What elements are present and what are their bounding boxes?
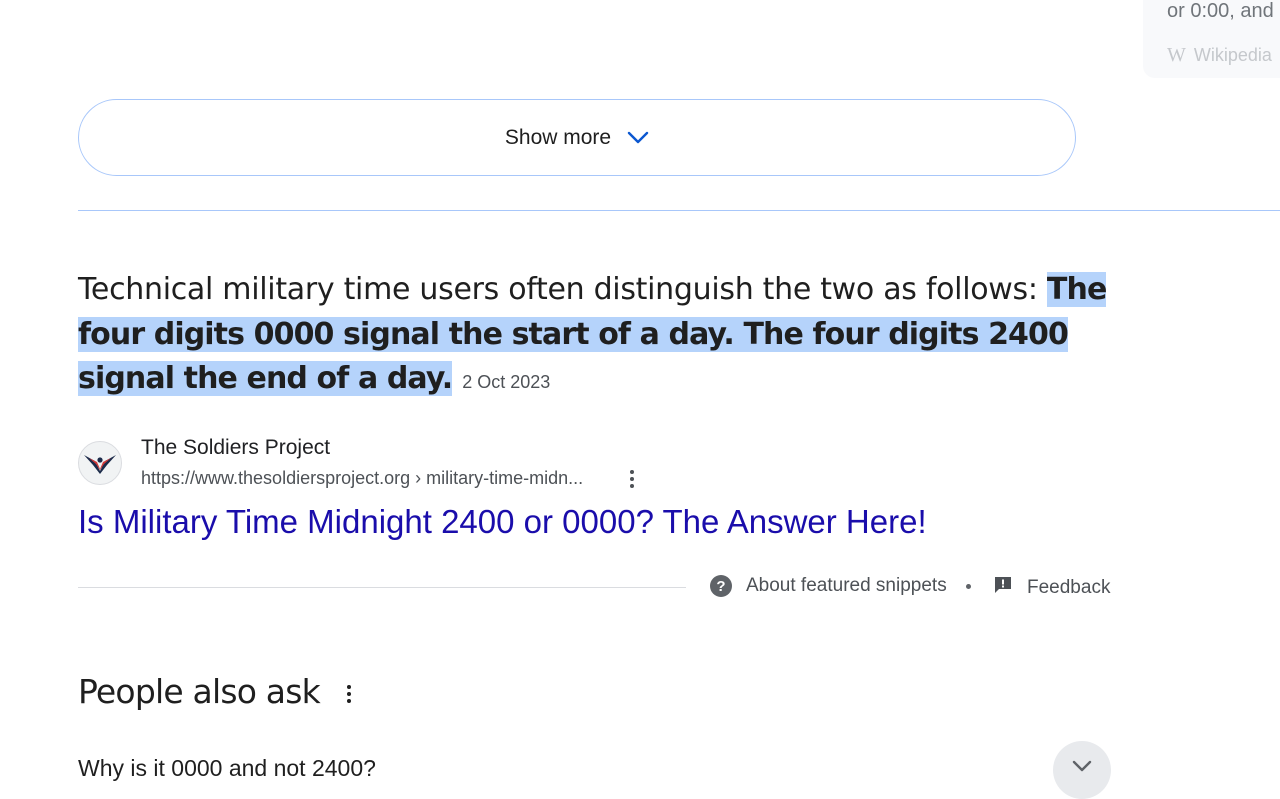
result-title-link[interactable]: Is Military Time Midnight 2400 or 0000? … <box>78 503 927 541</box>
separator-dot <box>966 584 971 589</box>
chevron-down-icon <box>627 131 649 145</box>
feedback-label: Feedback <box>1027 576 1111 598</box>
about-featured-snippets-label: About featured snippets <box>746 575 947 596</box>
featured-snippet: Technical military time users often dist… <box>78 268 1108 405</box>
section-divider <box>78 210 1280 211</box>
footer-divider <box>78 587 686 588</box>
knowledge-panel-source-label: Wikipedia <box>1193 45 1272 65</box>
help-icon: ? <box>710 575 732 597</box>
feedback-icon <box>993 575 1013 600</box>
snippet-intro: Technical military time users often dist… <box>78 272 1047 307</box>
source-name[interactable]: The Soldiers Project <box>141 436 330 460</box>
more-options-icon[interactable] <box>622 466 642 492</box>
people-also-ask-question[interactable]: Why is it 0000 and not 2400? <box>78 755 376 782</box>
people-also-ask-heading: People also ask <box>78 672 321 711</box>
source-url[interactable]: https://www.thesoldiersproject.org › mil… <box>141 468 583 489</box>
knowledge-panel-source[interactable]: W Wikipedia <box>1167 44 1272 67</box>
expand-question-button[interactable] <box>1053 741 1111 799</box>
feedback-button[interactable]: Feedback <box>993 575 1110 600</box>
knowledge-panel-fragment: or 0:00, and W Wikipedia <box>1143 0 1280 78</box>
show-more-button[interactable]: Show more <box>78 99 1076 176</box>
wikipedia-icon: W <box>1167 44 1186 66</box>
show-more-label: Show more <box>504 125 612 149</box>
about-featured-snippets-link[interactable]: ? About featured snippets <box>710 575 947 597</box>
knowledge-panel-text: or 0:00, and <box>1167 0 1274 22</box>
chevron-down-icon <box>1072 759 1092 777</box>
people-also-ask-menu-icon[interactable] <box>339 680 359 708</box>
soldiers-project-logo[interactable] <box>78 441 122 485</box>
snippet-date: 2 Oct 2023 <box>462 372 551 392</box>
